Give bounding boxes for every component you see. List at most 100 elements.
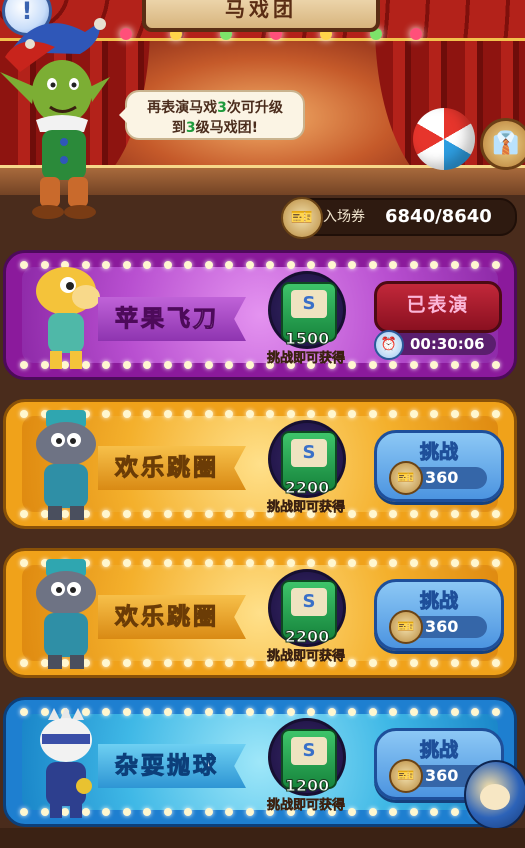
ticket-counter: 🎫 入场券 6840/8640 <box>281 197 517 239</box>
marquee-bulb <box>20 808 28 816</box>
reward-caption: 挑战即可获得 <box>266 500 346 516</box>
marquee-bulb <box>204 708 213 716</box>
marquee-bulb <box>409 510 418 518</box>
avatar-face <box>480 784 510 810</box>
marquee-bulb <box>20 559 28 567</box>
marquee-bulb <box>430 361 438 369</box>
marquee-bulb <box>389 510 397 518</box>
marquee-bulb <box>184 510 192 518</box>
marquee-bulb <box>225 510 233 518</box>
masked-juggler-character <box>40 708 92 818</box>
yellow-horse-character <box>36 267 100 369</box>
marquee-bulb <box>245 261 254 269</box>
marquee-bulb <box>368 261 377 269</box>
ticket-label: 入场券 <box>323 209 365 225</box>
marquee-bulb <box>143 559 151 567</box>
marquee-bulb <box>348 708 356 716</box>
marquee-bulb <box>450 708 459 716</box>
marquee-bulb <box>163 808 172 816</box>
marquee-bulb <box>204 559 213 567</box>
marquee-bulb <box>245 808 254 816</box>
marquee-bulb <box>122 510 131 518</box>
marquee-bulb <box>143 410 151 418</box>
marquee-bulb <box>389 708 397 716</box>
challenge-cost: 🎫 360 <box>389 461 487 495</box>
hint-text-4: 级马戏团! <box>195 120 259 136</box>
marquee-bulb <box>20 410 28 418</box>
act-card-apple-knife: 苹果飞刀 S 1500 挑战即可获得 已表演 ⏰ 00:30:06 <box>3 250 517 380</box>
challenge-label: 挑战 <box>419 590 458 613</box>
marquee-bulb <box>307 261 315 269</box>
marquee-bulb <box>450 361 459 369</box>
marquee-bulb <box>225 708 233 716</box>
marquee-bulb <box>143 708 151 716</box>
marquee-bulb <box>368 361 377 369</box>
marquee-bulb <box>327 708 336 716</box>
marquee-bulb <box>471 659 479 667</box>
marquee-bulb <box>491 559 500 567</box>
marquee-bulb <box>409 261 418 269</box>
performed-status-button[interactable]: 已表演 <box>374 281 502 333</box>
marquee-bulb <box>266 410 274 418</box>
cost-value: 360 <box>425 617 459 636</box>
challenge-button[interactable]: 挑战 🎫 360 <box>374 579 504 651</box>
marquee-bulb <box>450 510 459 518</box>
marquee-bulb <box>430 808 438 816</box>
marquee-bulb <box>225 361 233 369</box>
challenge-button[interactable]: 挑战 🎫 360 <box>374 430 504 502</box>
marquee-bulb <box>368 659 377 667</box>
marquee-bulb <box>471 361 479 369</box>
marquee-bulb <box>122 708 131 716</box>
helper-avatar[interactable] <box>464 760 525 830</box>
marquee-bulb <box>122 659 131 667</box>
act-card-ring-jump: 欢乐跳圈 S 2200 挑战即可获得 挑战 🎫 360 <box>3 399 517 529</box>
marquee-bulb <box>409 808 418 816</box>
marquee-bulb <box>245 510 254 518</box>
marquee-bulb <box>471 559 479 567</box>
marquee-bulb <box>184 261 192 269</box>
marquee-bulb <box>163 708 172 716</box>
marquee-bulb <box>368 708 377 716</box>
marquee-bulb <box>307 708 315 716</box>
marquee-bulb <box>163 659 172 667</box>
marquee-bulb <box>368 410 377 418</box>
cooldown-timer: ⏰ 00:30:06 <box>374 330 496 360</box>
marquee-bulb <box>245 659 254 667</box>
marquee-bulb <box>389 659 397 667</box>
costume-icon[interactable]: 👔 <box>480 118 525 170</box>
challenge-label: 挑战 <box>419 739 458 762</box>
timer-value: 00:30:06 <box>410 335 485 353</box>
marquee-bulb <box>245 559 254 567</box>
marquee-bulb <box>204 808 213 816</box>
marquee-bulb <box>307 410 315 418</box>
marquee-bulb <box>286 559 295 567</box>
marquee-bulb <box>184 410 192 418</box>
beachball-prop <box>413 108 475 170</box>
hint-text-2: 次可升级 <box>226 100 283 116</box>
marquee-bulb <box>348 410 356 418</box>
marquee-bulb <box>204 361 213 369</box>
marquee-bulb <box>163 361 172 369</box>
marquee-bulb <box>389 410 397 418</box>
clock-icon: ⏰ <box>374 330 404 360</box>
marquee-bulb <box>430 410 438 418</box>
act-name: 欢乐跳圈 <box>98 595 246 639</box>
marquee-bulb <box>368 559 377 567</box>
marquee-bulb <box>491 410 500 418</box>
hint-count: 3 <box>217 100 227 116</box>
marquee-bulb <box>327 559 336 567</box>
marquee-bulb <box>225 659 233 667</box>
rhino-ringmaster-character <box>36 410 96 520</box>
upgrade-hint-bubble: 再表演马戏3次可升级 到3级马戏团! <box>119 90 305 140</box>
marquee-bulb <box>122 410 131 418</box>
marquee-bulb <box>143 261 151 269</box>
marquee-bulb <box>430 559 438 567</box>
marquee-bulb <box>163 261 172 269</box>
marquee-bulb <box>409 708 418 716</box>
marquee-bulb <box>225 808 233 816</box>
marquee-bulb <box>491 659 500 667</box>
marquee-bulb <box>389 361 397 369</box>
marquee-bulb <box>348 261 356 269</box>
ticket-icon: 🎫 <box>389 759 423 793</box>
marquee-bulb <box>204 510 213 518</box>
